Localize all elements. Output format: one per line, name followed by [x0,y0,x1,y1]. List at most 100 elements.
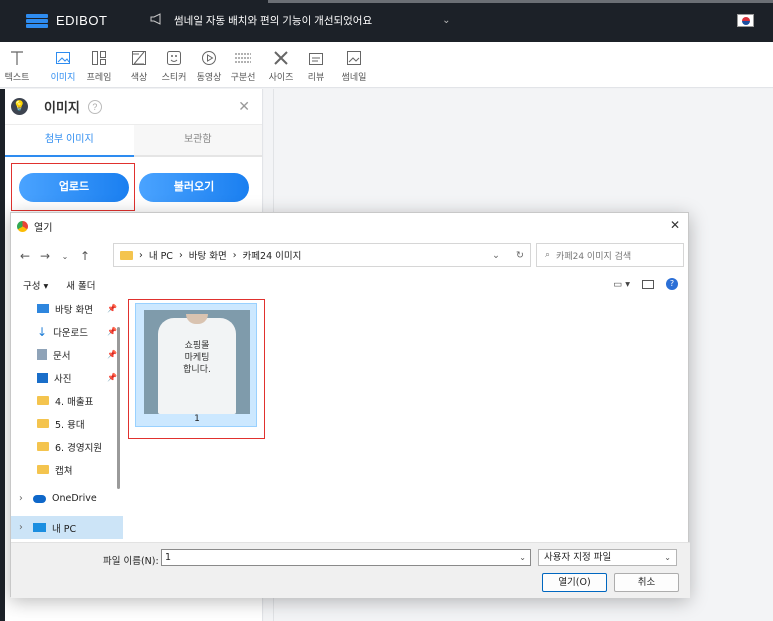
dialog-commandbar: 구성 ▾ 새 폴더 ▭ ▾ ? [11,273,688,297]
tree-scrollbar[interactable] [117,327,120,489]
up-icon[interactable]: ↑ [75,249,95,263]
tree-item-folder[interactable]: 6. 경영지원 [11,435,123,458]
thumbnail-icon [337,48,371,68]
chevron-down-icon[interactable]: ⌄ [519,550,526,565]
tree-item-my-pc[interactable]: › 내 PC [11,516,123,539]
tree-item-onedrive[interactable]: › OneDrive [11,487,123,510]
filetype-select[interactable]: 사용자 지정 파일 ⌄ [538,549,677,566]
chevron-down-icon[interactable]: ⌄ [492,250,500,261]
tree-item-downloads[interactable]: ↓ 다운로드 📌 [11,320,123,343]
search-icon: ⌕ [545,250,551,260]
back-icon[interactable]: ← [15,249,35,263]
tab-attached-images[interactable]: 첨부 이미지 [5,125,134,157]
chevron-right-icon[interactable]: › [19,522,23,533]
tree-label: 다운로드 [53,327,89,339]
download-icon: ↓ [37,324,48,339]
notice-banner[interactable]: 썸네일 자동 배치와 편의 기능이 개선되었어요 ⌄ [150,13,451,28]
tool-frame[interactable]: 프레임 [82,48,116,83]
tool-label: 색상 [130,73,148,83]
cancel-button[interactable]: 취소 [614,573,679,592]
file-item[interactable]: 쇼핑몰 마케팅 합니다. 1 [135,303,257,427]
folder-icon [37,442,49,451]
folder-tree: 바탕 화면 📌 ↓ 다운로드 📌 문서 📌 사진 📌 4. 매출표 5. 용대 [11,297,123,542]
tool-size[interactable]: 사이즈 [264,48,298,83]
address-bar[interactable]: › 내 PC › 바탕 화면 › 카페24 이미지 ⌄ ↻ [113,243,531,267]
tree-item-desktop[interactable]: 바탕 화면 📌 [11,297,123,320]
upload-highlight [11,163,135,211]
new-folder-button[interactable]: 새 폴더 [66,278,95,292]
tool-video[interactable]: 동영상 [192,48,226,83]
tab-storage[interactable]: 보관함 [133,125,262,157]
pin-icon: 📌 [107,304,117,313]
tool-label: 동영상 [196,73,222,83]
search-input[interactable]: ⌕ 카페24 이미지 검색 [536,243,684,267]
tool-label: 이미지 [50,73,76,83]
logo[interactable]: EDIBOT [26,13,107,28]
refresh-icon[interactable]: ↻ [516,250,524,261]
thumb-line: 쇼핑몰 [184,341,210,351]
help-icon[interactable]: ? [87,99,102,114]
desktop-icon [37,304,49,313]
file-list: 쇼핑몰 마케팅 합니다. 1 [123,297,689,542]
tree-item-documents[interactable]: 문서 📌 [11,343,123,366]
breadcrumb-item[interactable]: 바탕 화면 [189,248,227,262]
tool-image[interactable]: 이미지 [46,48,80,83]
tool-review[interactable]: 리뷰 [299,48,333,83]
filename-label: 파일 이름(N): [103,556,159,567]
forward-icon[interactable]: → [35,249,55,263]
notice-text: 썸네일 자동 배치와 편의 기능이 개선되었어요 [174,15,373,27]
tool-label: 리뷰 [307,73,325,83]
tree-item-pictures[interactable]: 사진 📌 [11,366,123,389]
thumbnail-text: 쇼핑몰 마케팅 합니다. [158,340,236,376]
review-icon [299,48,333,68]
tool-thumbnail[interactable]: 썸네일 [337,48,371,83]
tool-color[interactable]: 색상 [122,48,156,83]
view-mode-icon[interactable]: ▭ ▾ [613,279,630,290]
dialog-titlebar: 열기 ✕ [11,213,688,239]
color-icon [122,48,156,68]
tool-label: 사이즈 [268,73,294,83]
thumb-line: 마케팅 [184,353,210,363]
open-button[interactable]: 열기(O) [542,573,607,592]
pictures-icon [37,372,48,383]
frame-icon [82,48,116,68]
edibot-logo-icon [26,13,48,28]
chevron-down-icon[interactable]: ⌄ [442,15,450,26]
lightbulb-icon[interactable]: 💡 [11,98,28,115]
organize-button[interactable]: 구성 ▾ [23,278,48,292]
tree-item-folder[interactable]: 5. 용대 [11,412,123,435]
file-name: 1 [194,414,200,424]
chrome-icon [17,220,28,232]
load-button[interactable]: 불러오기 [139,173,249,202]
tool-sticker[interactable]: 스티커 [157,48,191,83]
preview-pane-icon[interactable] [642,279,654,289]
brand-name: EDIBOT [56,13,108,28]
megaphone-icon [150,13,164,28]
tree-label: 바탕 화면 [55,304,93,316]
filename-value: 1 [165,552,172,563]
folder-icon [37,419,49,428]
language-flag-icon[interactable] [737,14,754,27]
chevron-down-icon[interactable]: ⌄ [664,550,671,565]
close-icon[interactable]: ✕ [238,98,250,115]
pin-icon: 📌 [107,350,117,359]
tool-divider[interactable]: 구분선 [226,48,260,83]
tool-bar: 텍스트 이미지 프레임 색상 스티커 동영상 구분선 사이즈 리뷰 썸네일 [0,42,773,88]
folder-icon [120,250,133,260]
filetype-value: 사용자 지정 파일 [544,552,612,563]
tree-label: 문서 [53,350,71,362]
sticker-icon [157,48,191,68]
tree-label: OneDrive [52,493,97,504]
breadcrumb-item[interactable]: 카페24 이미지 [243,248,302,262]
breadcrumb-item[interactable]: 내 PC [149,248,173,262]
folder-icon [37,465,49,474]
filename-input[interactable]: 1 ⌄ [161,549,531,566]
close-icon[interactable]: ✕ [670,218,680,232]
tree-item-folder[interactable]: 캡쳐 [11,458,123,481]
chevron-right-icon[interactable]: › [19,493,23,504]
tool-text[interactable]: 텍스트 [0,48,34,83]
breadcrumb-separator: › [178,249,183,261]
chevron-down-icon[interactable]: ⌄ [55,252,75,261]
help-icon[interactable]: ? [666,278,678,290]
tree-item-folder[interactable]: 4. 매출표 [11,389,123,412]
